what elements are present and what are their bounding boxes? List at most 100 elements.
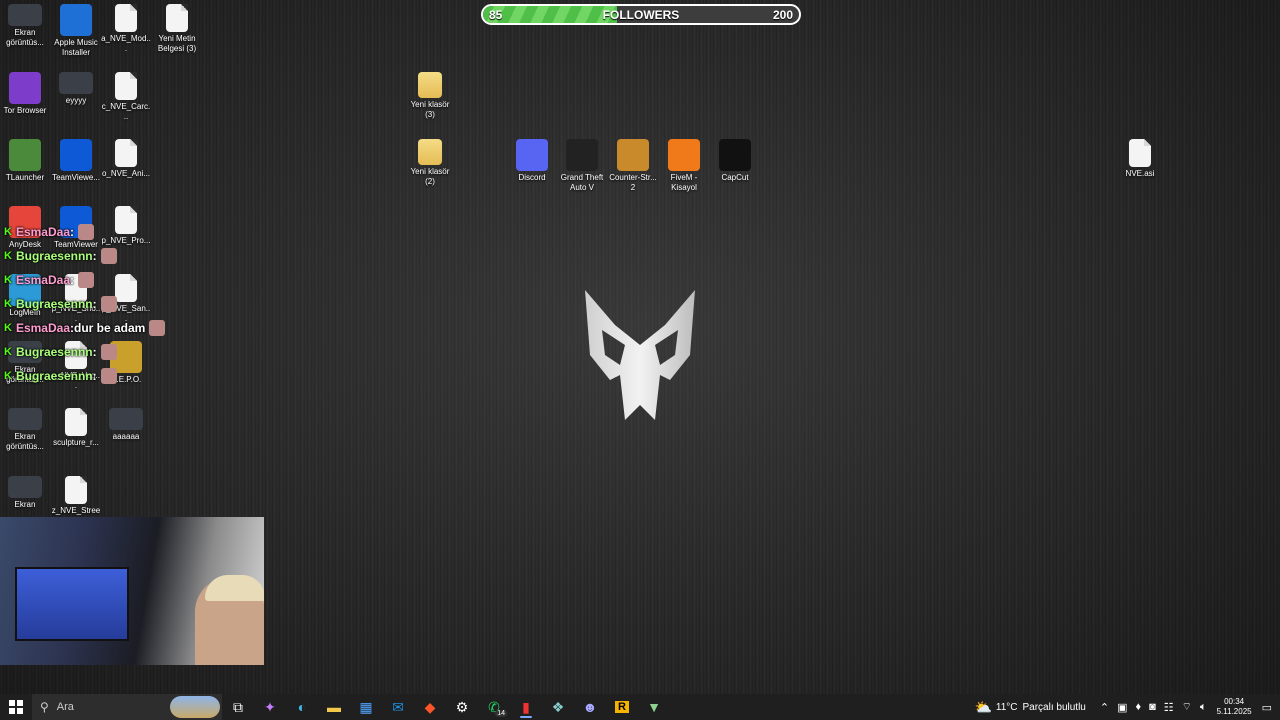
chat-username: Bugraesennn <box>15 297 93 311</box>
desktop-icon[interactable]: a_NVE_Mod... <box>101 4 151 54</box>
image-thumbnail-icon <box>109 408 143 430</box>
copilot-icon: ✦ <box>264 698 276 715</box>
file-explorer-button[interactable]: ▬ <box>318 694 350 720</box>
chat-separator: : <box>92 249 97 263</box>
weather-text[interactable]: Parçalı bulutlu <box>1022 702 1085 713</box>
desktop-icon[interactable]: Apple Music Installer <box>51 4 101 58</box>
notifications-icon[interactable]: ▭ <box>1262 701 1272 714</box>
desktop-icon-label: Tor Browser <box>3 106 47 115</box>
store-icon: ▦ <box>359 698 373 715</box>
desktop-icon[interactable]: o_NVE_Ani... <box>101 139 151 179</box>
desktop-icon[interactable]: Counter-Str... 2 <box>608 139 658 193</box>
notes-button[interactable]: ▮ <box>510 694 542 720</box>
webcam-cap <box>205 575 264 601</box>
folder-icon <box>418 72 442 98</box>
task-view-button[interactable]: ⧉ <box>222 694 254 720</box>
chat-username: EsmaDaa <box>15 225 70 239</box>
whatsapp-badge: 14 <box>495 710 507 717</box>
start-button[interactable] <box>0 694 32 720</box>
gta-launcher-button[interactable]: ▼ <box>638 694 670 720</box>
device-icon[interactable]: ▣ <box>1117 701 1127 714</box>
app-icon <box>9 139 41 171</box>
desktop-icon-label: Ekran görüntüs... <box>6 28 44 47</box>
app-button[interactable]: ❖ <box>542 694 574 720</box>
desktop-icon[interactable]: Yeni klasör (2) <box>405 139 455 187</box>
notes-icon: ▮ <box>522 698 530 715</box>
desktop-icon[interactable]: Yeni Metin Belgesi (3) <box>152 4 202 54</box>
chat-message: K EsmaDaa : <box>4 220 194 244</box>
desktop-icon[interactable]: Grand Theft Auto V <box>557 139 607 193</box>
webcam-feed <box>0 517 264 665</box>
desktop-icon[interactable]: aaaaaa <box>101 408 151 442</box>
app-icon <box>668 139 700 171</box>
desktop-icon-label: TLauncher <box>5 173 45 182</box>
desktop-icon[interactable]: Yeni klasör (3) <box>405 72 455 120</box>
weather-temp[interactable]: 11°C <box>996 702 1018 713</box>
desktop-icon[interactable]: Ekran görüntüs... <box>0 4 50 48</box>
chat-separator: : <box>70 273 74 287</box>
desktop-icon-label: eyyyy <box>65 96 87 105</box>
emote-icon <box>78 224 94 240</box>
clock-time: 00:34 <box>1224 697 1245 706</box>
settings-button[interactable]: ⚙ <box>446 694 478 720</box>
desktop-icon[interactable]: NVE.asi <box>1115 139 1165 179</box>
chevron-up-icon[interactable]: ⌃ <box>1100 701 1109 714</box>
outlook-icon: ✉ <box>392 698 404 715</box>
wifi-icon[interactable]: ⌔ <box>1182 700 1192 714</box>
emote-icon <box>78 272 94 288</box>
desktop-icon[interactable]: Ekran <box>0 476 50 510</box>
desktop-icon-label: Yeni Metin Belgesi (3) <box>157 34 197 53</box>
desktop-icon-label: aaaaaa <box>112 432 140 441</box>
copilot-button[interactable]: ✦ <box>254 694 286 720</box>
emote-icon <box>100 344 117 360</box>
brave-button[interactable]: ◆ <box>414 694 446 720</box>
kick-badge-icon: K <box>4 370 12 382</box>
whatsapp-button[interactable]: ✆ 14 <box>478 694 510 720</box>
chat-username: EsmaDaa <box>15 321 70 335</box>
file-icon <box>166 4 188 32</box>
desktop-icon[interactable]: Tor Browser <box>0 72 50 116</box>
desktop-icon[interactable]: Discord <box>507 139 557 183</box>
predator-logo <box>585 290 695 420</box>
file-icon <box>115 4 137 32</box>
followers-goal: 200 <box>772 8 793 22</box>
network-icon[interactable]: ☷ <box>1164 701 1174 714</box>
outlook-button[interactable]: ✉ <box>382 694 414 720</box>
webcam-monitor <box>15 567 129 641</box>
discord-taskbar-button[interactable]: ☻ <box>574 694 606 720</box>
image-thumbnail-icon <box>8 408 42 430</box>
desktop-icon[interactable]: Ekran görüntüs... <box>0 408 50 452</box>
desktop-icon[interactable]: sculpture_r... <box>51 408 101 448</box>
desktop-icon[interactable]: CapCut <box>710 139 760 183</box>
desktop-icon-label: o_NVE_Ani... <box>101 169 151 178</box>
file-icon <box>1129 139 1151 167</box>
desktop-icon[interactable]: eyyyy <box>51 72 101 106</box>
microphone-icon[interactable]: ♦ <box>1135 701 1141 713</box>
app-icon <box>9 72 41 104</box>
taskbar-search[interactable]: ⚲ Ara <box>32 694 222 720</box>
chat-message: K Bugraesennn : <box>4 244 194 268</box>
emote-icon <box>100 296 117 312</box>
clock[interactable]: 00:34 5.11.2025 <box>1217 697 1252 717</box>
desktop-icon[interactable]: TeamViewe... <box>51 139 101 183</box>
file-icon <box>115 72 137 100</box>
desktop-icon[interactable]: c_NVE_Carc... <box>101 72 151 122</box>
desktop-icon[interactable]: TLauncher <box>0 139 50 183</box>
chat-username: Bugraesennn <box>15 369 93 383</box>
edge-button[interactable]: ◐ <box>286 694 318 720</box>
desktop-icon-label: TeamViewe... <box>52 173 100 182</box>
chat-username: EsmaDaa <box>15 273 70 287</box>
store-button[interactable]: ▦ <box>350 694 382 720</box>
volume-icon[interactable]: 🔈︎ <box>1200 701 1207 714</box>
chat-message: K Bugraesennn : <box>4 292 194 316</box>
desktop-icon-label: Counter-Str... 2 <box>609 173 657 192</box>
camera-icon[interactable]: ◙ <box>1149 701 1156 713</box>
gta-icon: ▼ <box>647 699 661 715</box>
chat-separator: : <box>92 345 97 359</box>
rockstar-button[interactable]: R <box>606 694 638 720</box>
desktop-icon[interactable]: FiveM - Kisayol <box>659 139 709 193</box>
chat-username: Bugraesennn <box>15 249 93 263</box>
folder-icon <box>418 139 442 165</box>
app-icon <box>566 139 598 171</box>
kick-badge-icon: K <box>4 322 12 334</box>
